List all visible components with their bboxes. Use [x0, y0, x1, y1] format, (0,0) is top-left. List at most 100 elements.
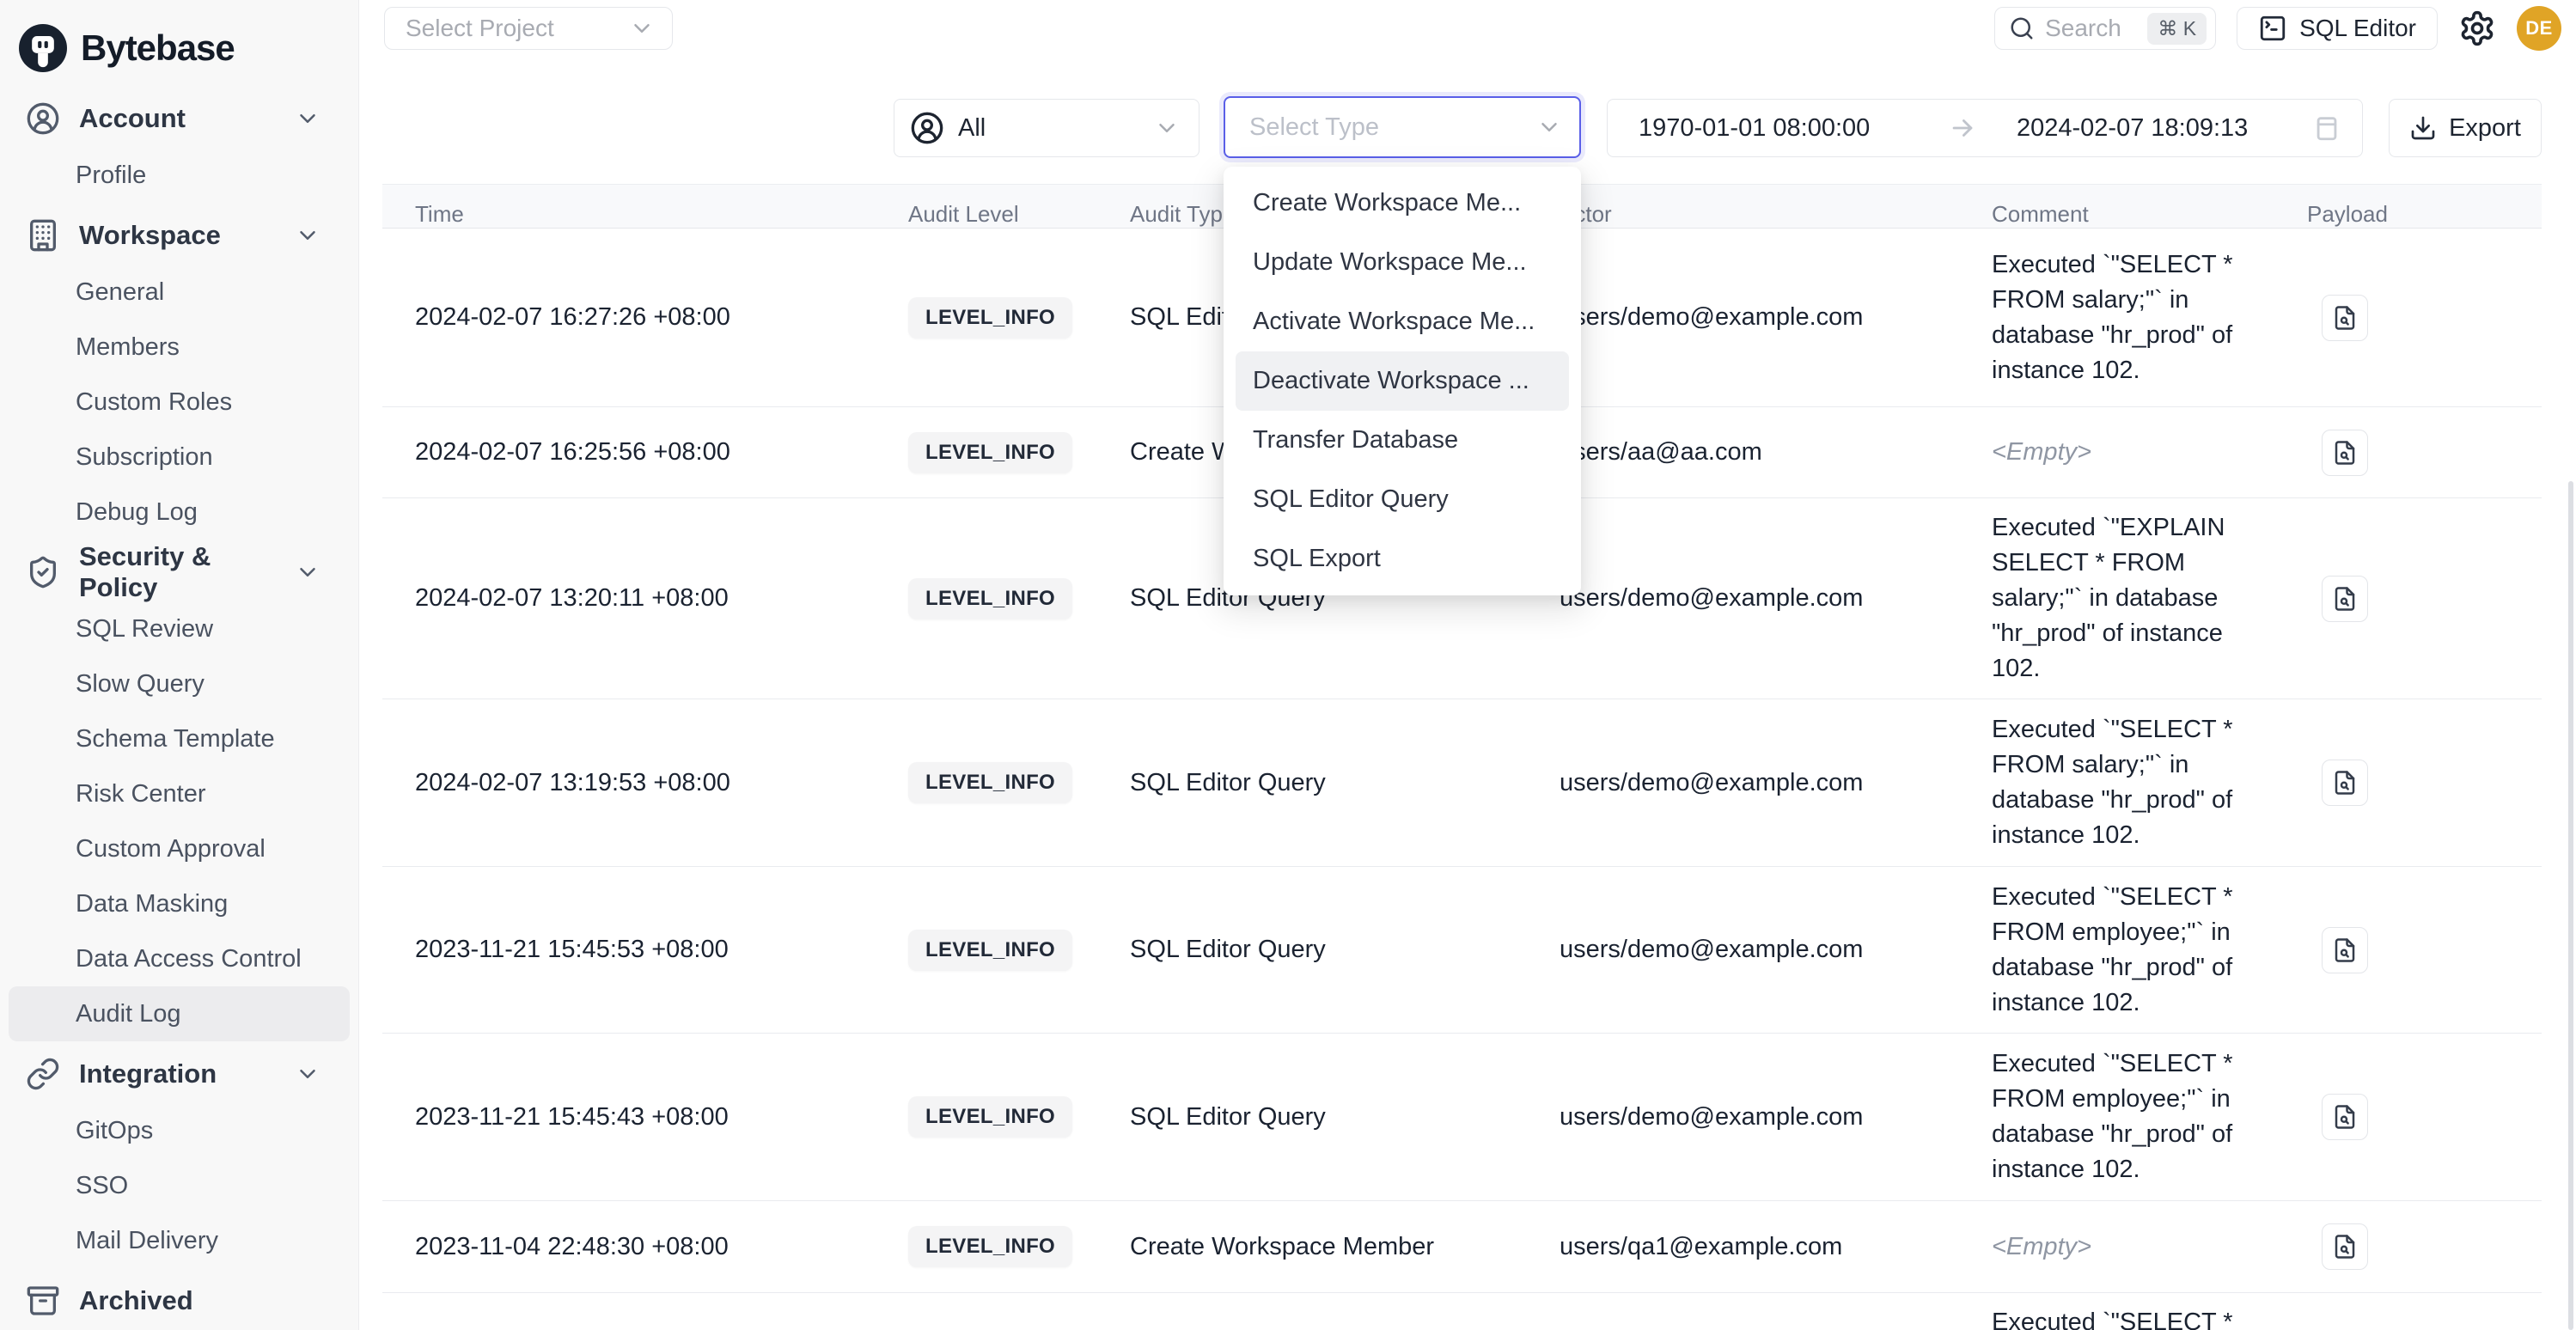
level-badge: LEVEL_INFO	[908, 297, 1072, 339]
export-button[interactable]: Export	[2389, 99, 2542, 157]
sidebar-item-slow-query[interactable]: Slow Query	[0, 656, 358, 711]
chevron-down-icon	[295, 223, 320, 248]
table-row: 2023-11-04 22:48:30 +08:00LEVEL_INFOCrea…	[382, 1201, 2542, 1293]
sidebar-item-sso[interactable]: SSO	[0, 1158, 358, 1213]
audit-payload-cell	[2307, 576, 2542, 622]
audit-actor-cell: users/demo@example.com	[1560, 769, 1992, 797]
audit-type-cell: SQL Editor Query	[1130, 769, 1560, 797]
sidebar-item-sql-review[interactable]: SQL Review	[0, 601, 358, 656]
audit-level-cell: LEVEL_INFO	[908, 297, 1130, 339]
chevron-down-icon	[295, 559, 320, 585]
sidebar-item-gitops[interactable]: GitOps	[0, 1103, 358, 1158]
project-select[interactable]: Select Project	[384, 7, 673, 50]
sidebar-item-custom-roles[interactable]: Custom Roles	[0, 375, 358, 430]
column-header-time: Time	[382, 201, 908, 228]
download-icon	[2409, 114, 2437, 142]
settings-gear-icon[interactable]	[2458, 9, 2496, 47]
sidebar-item-debug-log[interactable]: Debug Log	[0, 485, 358, 540]
sidebar-section-header-account[interactable]: Account	[0, 89, 358, 148]
table-row: 2023-11-21 15:45:43 +08:00LEVEL_INFOSQL …	[382, 1034, 2542, 1201]
table-row: 2024-02-07 13:19:53 +08:00LEVEL_INFOSQL …	[382, 699, 2542, 867]
sidebar-section-header-workspace[interactable]: Workspace	[0, 206, 358, 265]
sidebar-item-mail-delivery[interactable]: Mail Delivery	[0, 1213, 358, 1268]
audit-actor-cell: users/demo@example.com	[1560, 584, 1992, 613]
file-search-icon	[2332, 1104, 2358, 1130]
audit-payload-cell	[2307, 1094, 2542, 1140]
search-placeholder: Search	[2045, 15, 2137, 42]
sidebar-section-archived: Archived	[0, 1272, 358, 1330]
type-filter-select[interactable]: Select Type	[1224, 96, 1581, 158]
level-badge: LEVEL_INFO	[908, 930, 1072, 971]
dropdown-option-deactivate-workspace[interactable]: Deactivate Workspace ...	[1236, 351, 1569, 411]
building-icon	[26, 218, 60, 253]
shield-check-icon	[26, 555, 60, 589]
file-search-icon	[2332, 440, 2358, 466]
file-search-icon	[2332, 937, 2358, 963]
audit-actor-cell: users/demo@example.com	[1560, 303, 1992, 332]
table-row: 2023-11-04 21:26:34 +08:00LEVEL_INFOSQL …	[382, 1293, 2542, 1330]
level-badge: LEVEL_INFO	[908, 1096, 1072, 1138]
audit-time-cell: 2023-11-04 22:48:30 +08:00	[382, 1233, 908, 1261]
dropdown-option-create-workspace-me[interactable]: Create Workspace Me...	[1224, 174, 1581, 233]
brand-logo[interactable]: Bytebase	[0, 0, 358, 86]
audit-comment-cell: Executed `"SELECT * FROM employee;"` in …	[1992, 1034, 2307, 1199]
search-input[interactable]: Search ⌘ K	[1994, 7, 2216, 50]
sql-editor-button[interactable]: SQL Editor	[2237, 7, 2438, 50]
dropdown-option-activate-workspace-me[interactable]: Activate Workspace Me...	[1224, 292, 1581, 351]
sidebar-section-label: Workspace	[79, 220, 276, 251]
dropdown-option-transfer-database[interactable]: Transfer Database	[1224, 411, 1581, 470]
link-icon	[26, 1057, 60, 1091]
type-dropdown-menu: Create Workspace Me...Update Workspace M…	[1224, 167, 1581, 595]
date-to-value[interactable]: 2024-02-07 18:09:13	[2017, 114, 2312, 143]
payload-view-button[interactable]	[2322, 430, 2368, 476]
sidebar-section-label: Integration	[79, 1059, 276, 1089]
scrollbar-thumb[interactable]	[2568, 481, 2573, 1330]
chevron-down-icon	[295, 1061, 320, 1087]
payload-view-button[interactable]	[2322, 576, 2368, 622]
sidebar-section-header-security-policy[interactable]: Security & Policy	[0, 543, 358, 601]
actor-filter-select[interactable]: All	[894, 99, 1199, 157]
export-label: Export	[2449, 114, 2521, 143]
audit-actor-cell: users/demo@example.com	[1560, 1103, 1992, 1132]
level-badge: LEVEL_INFO	[908, 762, 1072, 803]
audit-level-cell: LEVEL_INFO	[908, 1096, 1130, 1138]
sidebar-item-subscription[interactable]: Subscription	[0, 430, 358, 485]
comment-text: Executed `"SELECT * FROM department;"` i…	[1992, 1309, 2233, 1330]
audit-level-cell: LEVEL_INFO	[908, 1226, 1130, 1267]
payload-view-button[interactable]	[2322, 760, 2368, 806]
audit-comment-cell: <Empty>	[1992, 1217, 2307, 1277]
topbar: Select Project Search ⌘ K SQL Editor DE	[359, 0, 2576, 57]
sidebar-item-data-access-control[interactable]: Data Access Control	[0, 931, 358, 986]
chevron-down-icon	[629, 15, 655, 41]
sidebar-item-profile[interactable]: Profile	[0, 148, 358, 203]
payload-view-button[interactable]	[2322, 1094, 2368, 1140]
payload-view-button[interactable]	[2322, 927, 2368, 973]
sidebar-item-risk-center[interactable]: Risk Center	[0, 766, 358, 821]
audit-comment-cell: Executed `"SELECT * FROM department;"` i…	[1992, 1293, 2307, 1330]
audit-level-cell: LEVEL_INFO	[908, 432, 1130, 473]
payload-view-button[interactable]	[2322, 1223, 2368, 1270]
date-from-value[interactable]: 1970-01-01 08:00:00	[1639, 114, 1948, 143]
date-range-picker[interactable]: 1970-01-01 08:00:00 2024-02-07 18:09:13	[1607, 99, 2363, 157]
sidebar-section-header-archived[interactable]: Archived	[0, 1272, 358, 1330]
sidebar-section-account: AccountProfile	[0, 89, 358, 203]
sidebar-nav: AccountProfileWorkspaceGeneralMembersCus…	[0, 89, 358, 1330]
avatar[interactable]: DE	[2517, 6, 2561, 51]
audit-comment-cell: Executed `"SELECT * FROM salary;"` in da…	[1992, 700, 2307, 865]
sidebar-item-schema-template[interactable]: Schema Template	[0, 711, 358, 766]
sidebar-item-data-masking[interactable]: Data Masking	[0, 876, 358, 931]
user-circle-icon	[26, 101, 60, 136]
audit-level-cell: LEVEL_INFO	[908, 578, 1130, 619]
sidebar-item-members[interactable]: Members	[0, 320, 358, 375]
sidebar-item-custom-approval[interactable]: Custom Approval	[0, 821, 358, 876]
sidebar-item-general[interactable]: General	[0, 265, 358, 320]
dropdown-option-sql-editor-query[interactable]: SQL Editor Query	[1224, 470, 1581, 529]
audit-payload-cell	[2307, 1223, 2542, 1270]
sidebar-section-header-integration[interactable]: Integration	[0, 1045, 358, 1103]
payload-view-button[interactable]	[2322, 295, 2368, 341]
sidebar-item-audit-log[interactable]: Audit Log	[9, 986, 350, 1041]
audit-level-cell: LEVEL_INFO	[908, 762, 1130, 803]
dropdown-option-sql-export[interactable]: SQL Export	[1224, 529, 1581, 589]
audit-payload-cell	[2307, 760, 2542, 806]
dropdown-option-update-workspace-me[interactable]: Update Workspace Me...	[1224, 233, 1581, 292]
